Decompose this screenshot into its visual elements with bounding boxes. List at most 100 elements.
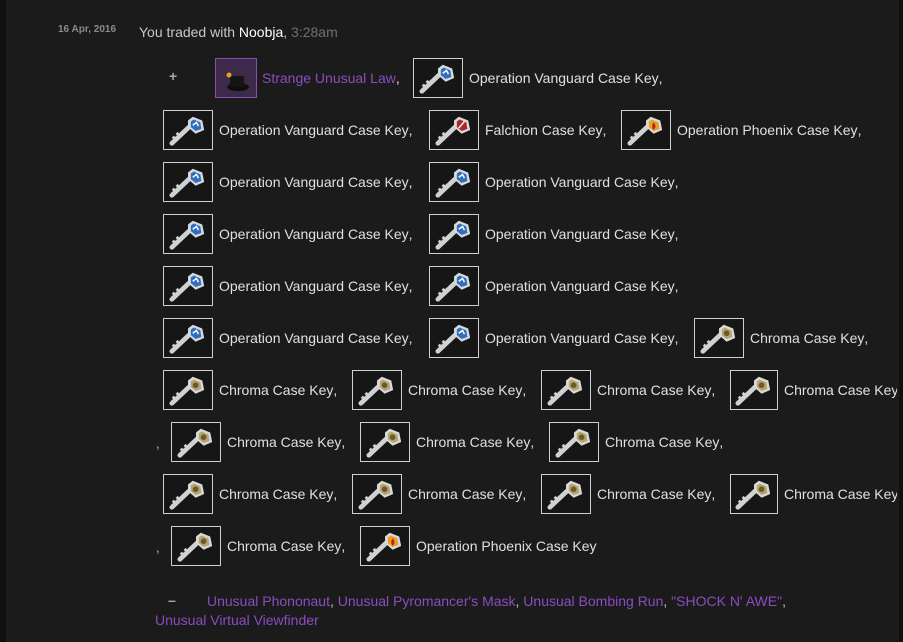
item-comma: , [602,122,607,138]
trade-date: 16 Apr, 2016 [58,24,117,35]
trade-item[interactable]: Operation Vanguard Case Key, [163,108,413,152]
item-comma: , [663,593,672,609]
item-label: Chroma Case Key [784,382,897,398]
key-icon [730,370,778,410]
item-label: Strange Unusual Law [262,70,396,86]
trade-item[interactable]: Chroma Case Key, [171,420,345,464]
item-comma: , [395,70,400,86]
trade-header: You traded with Noobja, 3:28am [139,24,338,40]
trade-time: 3:28am [287,24,338,40]
key-icon [541,474,591,514]
trade-item[interactable]: Chroma Case Key [730,472,897,516]
key-icon [352,370,402,410]
received-item-link[interactable]: "SHOCK N' AWE" [671,593,782,609]
received-item-link[interactable]: Unusual Phononaut [207,593,330,609]
item-comma: , [530,434,535,450]
item-label: Chroma Case Key [784,486,897,502]
item-label: Chroma Case Key [408,486,523,502]
item-comma: , [341,434,346,450]
item-label: Operation Vanguard Case Key [219,278,409,294]
item-comma: , [330,593,338,609]
item-label: Operation Vanguard Case Key [485,330,675,346]
trade-item[interactable]: Falchion Case Key, [429,108,606,152]
received-item-link[interactable]: Unusual Pyromancer's Mask [338,593,516,609]
trade-item[interactable]: Operation Vanguard Case Key, [163,264,413,308]
trade-item[interactable]: Operation Vanguard Case Key, [163,160,413,204]
trade-item[interactable]: Chroma Case Key, [541,368,715,412]
received-line-2: Unusual Virtual Viewfinder [155,612,319,628]
trade-prefix: You traded with [139,24,239,40]
trade-item[interactable]: Operation Vanguard Case Key, [429,212,679,256]
item-comma: , [711,382,716,398]
key-icon [413,58,463,98]
received-line: Unusual Phononaut, Unusual Pyromancer's … [207,593,786,609]
item-comma: , [674,278,679,294]
item-comma: , [719,434,724,450]
item-label: Operation Vanguard Case Key [219,174,409,190]
trade-partner-link[interactable]: Noobja [239,24,283,40]
trade-item[interactable]: Chroma Case Key, [352,368,526,412]
key-icon [171,526,221,566]
trade-item[interactable]: Operation Phoenix Case Key [360,524,597,568]
key-icon [360,422,410,462]
item-label: Chroma Case Key [416,434,531,450]
key-icon [163,318,213,358]
key-icon [429,318,479,358]
trade-item[interactable]: Chroma Case Key, [163,472,337,516]
trade-item[interactable]: Operation Vanguard Case Key, [429,264,679,308]
trade-item[interactable]: Operation Vanguard Case Key, [163,316,413,360]
key-icon [163,214,213,254]
wrap-comma: , [156,540,160,555]
trade-item[interactable]: Operation Vanguard Case Key, [429,160,679,204]
item-label: Operation Phoenix Case Key [416,538,597,554]
key-icon [163,370,213,410]
wrap-comma: , [156,436,160,451]
item-comma: , [864,330,869,346]
item-comma: , [408,174,413,190]
trade-item[interactable]: Operation Phoenix Case Key, [621,108,861,152]
trade-item[interactable]: Chroma Case Key, [171,524,345,568]
item-label: Chroma Case Key [219,382,334,398]
key-icon [163,266,213,306]
key-icon [163,162,213,202]
trade-item[interactable]: Chroma Case Key, [360,420,534,464]
key-icon [730,474,778,514]
trade-item[interactable]: Operation Vanguard Case Key, [429,316,679,360]
item-comma: , [408,122,413,138]
key-icon [163,474,213,514]
trade-item[interactable]: Strange Unusual Law, [215,56,400,100]
key-icon [360,526,410,566]
gave-sign: + [169,68,178,84]
item-label: Operation Phoenix Case Key [677,122,858,138]
trade-item[interactable]: Chroma Case Key, [694,316,868,360]
item-label: Operation Vanguard Case Key [219,330,409,346]
item-comma: , [658,70,663,86]
key-icon [549,422,599,462]
trade-item[interactable]: Chroma Case Key, [549,420,723,464]
item-label: Operation Vanguard Case Key [485,174,675,190]
hat-icon [215,58,257,98]
item-comma: , [408,330,413,346]
item-comma: , [674,330,679,346]
trade-item[interactable]: Operation Vanguard Case Key, [413,56,663,100]
key-icon [541,370,591,410]
received-item-link[interactable]: Unusual Virtual Viewfinder [155,612,319,628]
item-comma: , [711,486,716,502]
item-label: Operation Vanguard Case Key [485,226,675,242]
trade-item[interactable]: Chroma Case Key [730,368,897,412]
item-label: Chroma Case Key [597,382,712,398]
key-icon [621,110,671,150]
item-label: Operation Vanguard Case Key [469,70,659,86]
key-icon [163,110,213,150]
trade-item[interactable]: Operation Vanguard Case Key, [163,212,413,256]
trade-item[interactable]: Chroma Case Key, [352,472,526,516]
item-label: Chroma Case Key [219,486,334,502]
trade-item[interactable]: Chroma Case Key, [163,368,337,412]
item-label: Chroma Case Key [227,434,342,450]
item-label: Chroma Case Key [408,382,523,398]
trade-item[interactable]: Chroma Case Key, [541,472,715,516]
received-item-link[interactable]: Unusual Bombing Run [523,593,663,609]
key-icon [429,214,479,254]
key-icon [429,162,479,202]
item-comma: , [341,538,346,554]
